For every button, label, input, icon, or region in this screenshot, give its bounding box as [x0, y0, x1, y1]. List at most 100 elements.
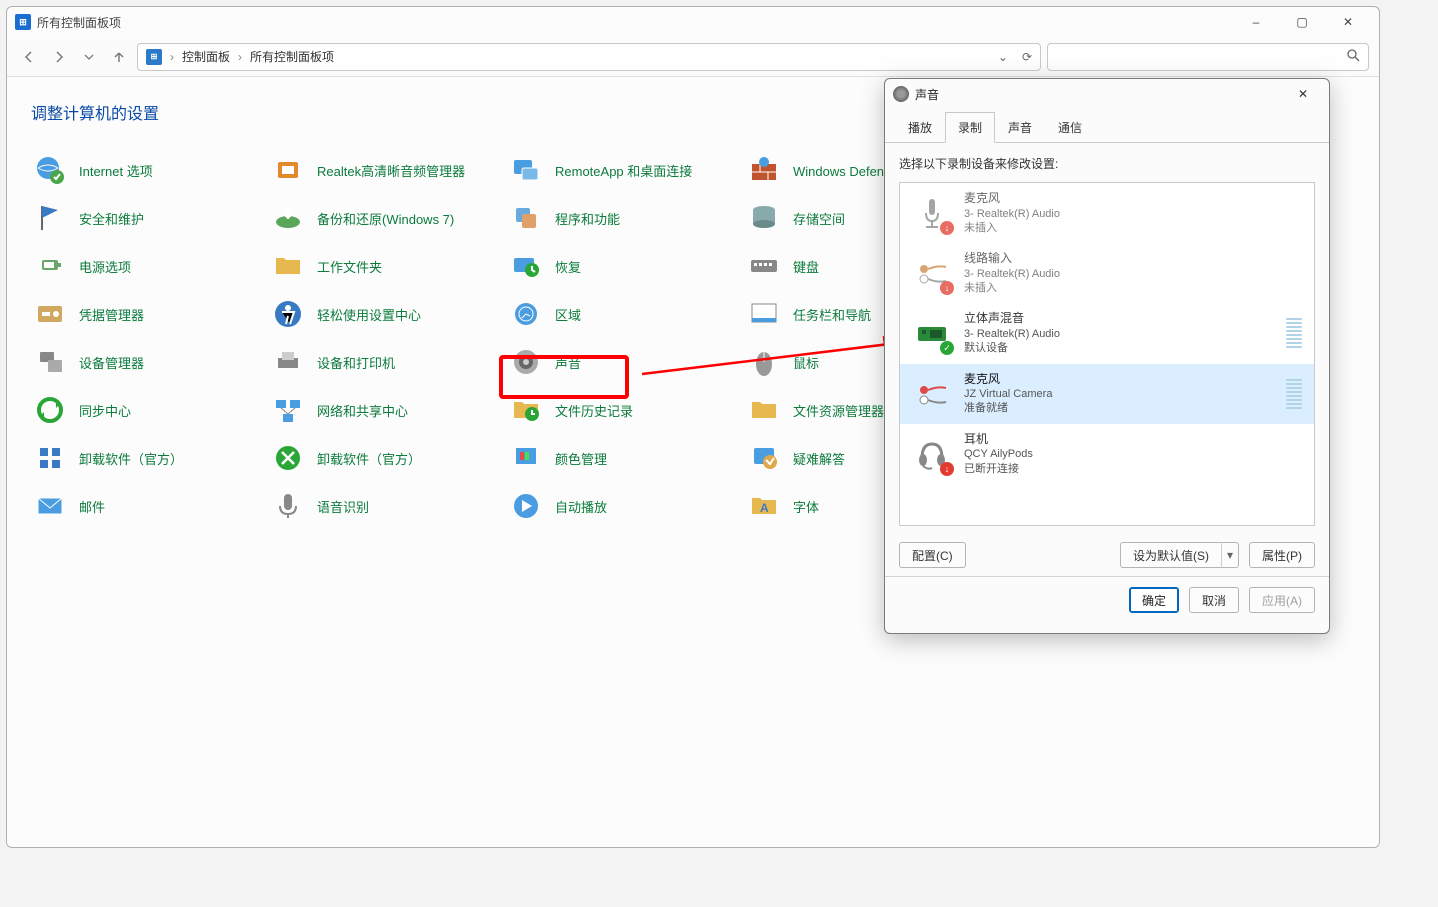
cp-item-label: 卸载软件（官方） [79, 449, 183, 468]
cp-item-24[interactable]: 卸载软件（官方） [25, 434, 263, 482]
cp-item-28[interactable]: 邮件 [25, 482, 263, 530]
cp-item-5[interactable]: 备份和还原(Windows 7) [263, 194, 501, 242]
sync-icon [33, 393, 67, 427]
cp-item-label: 存储空间 [793, 209, 845, 228]
recovery-icon [509, 249, 543, 283]
mouse-icon [747, 345, 781, 379]
refresh-icon[interactable]: ⟳ [1022, 50, 1032, 64]
flag-icon [33, 201, 67, 235]
cp-item-label: 任务栏和导航 [793, 305, 871, 324]
cp-item-label: 安全和维护 [79, 209, 144, 228]
backup-icon [271, 201, 305, 235]
cp-item-25[interactable]: 卸载软件（官方） [263, 434, 501, 482]
cp-item-label: Internet 选项 [79, 161, 153, 180]
cp-item-18[interactable]: 声音 [501, 338, 739, 386]
nav-toolbar: ⊞ › 控制面板 › 所有控制面板项 ⌄ ⟳ [7, 37, 1379, 77]
down-arrow-badge-icon: ↓ [940, 462, 954, 476]
stereo-mix-icon: ✓ [912, 313, 952, 353]
set-default-button[interactable]: 设为默认值(S) [1120, 542, 1221, 568]
close-button[interactable]: ✕ [1325, 7, 1371, 37]
cp-item-label: Realtek高清晰音频管理器 [317, 161, 465, 180]
cp-item-label: 颜色管理 [555, 449, 607, 468]
tab-录制[interactable]: 录制 [945, 112, 995, 143]
search-box[interactable] [1047, 43, 1369, 71]
device-item-2[interactable]: ✓立体声混音3- Realtek(R) Audio默认设备 [900, 303, 1314, 363]
cp-item-label: 恢复 [555, 257, 581, 276]
dialog-close-button[interactable]: ✕ [1285, 79, 1321, 109]
cp-item-12[interactable]: 凭据管理器 [25, 290, 263, 338]
cp-item-label: 字体 [793, 497, 819, 516]
cp-item-22[interactable]: 文件历史记录 [501, 386, 739, 434]
up-button[interactable] [107, 45, 131, 69]
address-icon: ⊞ [146, 49, 162, 65]
device-item-0[interactable]: ↓麦克风3- Realtek(R) Audio未插入 [900, 183, 1314, 243]
configure-button[interactable]: 配置(C) [899, 542, 966, 568]
cp-item-20[interactable]: 同步中心 [25, 386, 263, 434]
taskbar-icon [747, 297, 781, 331]
device-name: 线路输入 [964, 251, 1060, 267]
cp-item-label: 语音识别 [317, 497, 369, 516]
tab-通信[interactable]: 通信 [1045, 112, 1095, 143]
chevron-down-icon[interactable]: ⌄ [998, 50, 1008, 64]
device-name: 麦克风 [964, 372, 1052, 388]
cp-item-26[interactable]: 颜色管理 [501, 434, 739, 482]
recording-device-list[interactable]: ↓麦克风3- Realtek(R) Audio未插入↓线路输入3- Realte… [899, 182, 1315, 526]
cp-item-6[interactable]: 程序和功能 [501, 194, 739, 242]
cp-item-21[interactable]: 网络和共享中心 [263, 386, 501, 434]
ok-button[interactable]: 确定 [1129, 587, 1179, 613]
cp-item-label: 邮件 [79, 497, 105, 516]
forward-button[interactable] [47, 45, 71, 69]
down-arrow-badge-icon: ↓ [940, 221, 954, 235]
cp-item-label: 自动播放 [555, 497, 607, 516]
plug-icon [912, 374, 952, 414]
breadcrumb-1[interactable]: 控制面板 [182, 48, 230, 65]
dialog-tabs: 播放录制声音通信 [885, 109, 1329, 143]
dialog-footer: 确定 取消 应用(A) [885, 576, 1329, 623]
tab-声音[interactable]: 声音 [995, 112, 1045, 143]
region-icon [509, 297, 543, 331]
cp-item-14[interactable]: 区域 [501, 290, 739, 338]
cp-item-8[interactable]: 电源选项 [25, 242, 263, 290]
breadcrumb-2[interactable]: 所有控制面板项 [250, 48, 334, 65]
device-item-4[interactable]: ↓耳机QCY AilyPods已断开连接 [900, 424, 1314, 484]
cp-item-label: 鼠标 [793, 353, 819, 372]
properties-button[interactable]: 属性(P) [1249, 542, 1315, 568]
cp-item-13[interactable]: 轻松使用设置中心 [263, 290, 501, 338]
tab-播放[interactable]: 播放 [895, 112, 945, 143]
address-bar[interactable]: ⊞ › 控制面板 › 所有控制面板项 ⌄ ⟳ [137, 43, 1041, 71]
apply-button[interactable]: 应用(A) [1249, 587, 1315, 613]
cancel-button[interactable]: 取消 [1189, 587, 1239, 613]
titlebar: ⊞ 所有控制面板项 – ▢ ✕ [7, 7, 1379, 37]
storage-icon [747, 201, 781, 235]
cp-item-30[interactable]: 自动播放 [501, 482, 739, 530]
cp-item-0[interactable]: Internet 选项 [25, 146, 263, 194]
address-sep: › [170, 50, 174, 64]
device-name: 立体声混音 [964, 311, 1060, 327]
cp-item-10[interactable]: 恢复 [501, 242, 739, 290]
cp-item-2[interactable]: RemoteApp 和桌面连接 [501, 146, 739, 194]
cp-item-1[interactable]: Realtek高清晰音频管理器 [263, 146, 501, 194]
audio-chip-icon [271, 153, 305, 187]
cp-item-label: 设备管理器 [79, 353, 144, 372]
back-button[interactable] [17, 45, 41, 69]
recent-dropdown[interactable] [77, 45, 101, 69]
check-badge-icon: ✓ [940, 341, 954, 355]
device-detail: JZ Virtual Camera [964, 387, 1052, 401]
search-input[interactable] [1056, 49, 1346, 65]
set-default-dropdown[interactable]: ▾ [1221, 542, 1239, 568]
cp-item-17[interactable]: 设备和打印机 [263, 338, 501, 386]
maximize-button[interactable]: ▢ [1279, 7, 1325, 37]
device-item-1[interactable]: ↓线路输入3- Realtek(R) Audio未插入 [900, 243, 1314, 303]
keyboard-icon [747, 249, 781, 283]
device-detail: 3- Realtek(R) Audio [964, 327, 1060, 341]
device-item-3[interactable]: 麦克风JZ Virtual Camera准备就绪 [900, 364, 1314, 424]
cp-item-4[interactable]: 安全和维护 [25, 194, 263, 242]
minimize-button[interactable]: – [1233, 7, 1279, 37]
cp-item-label: 程序和功能 [555, 209, 620, 228]
device-detail: 3- Realtek(R) Audio [964, 207, 1060, 221]
cp-item-29[interactable]: 语音识别 [263, 482, 501, 530]
cp-item-16[interactable]: 设备管理器 [25, 338, 263, 386]
cp-item-9[interactable]: 工作文件夹 [263, 242, 501, 290]
app-icon: ⊞ [15, 14, 31, 30]
headset-icon: ↓ [912, 434, 952, 474]
